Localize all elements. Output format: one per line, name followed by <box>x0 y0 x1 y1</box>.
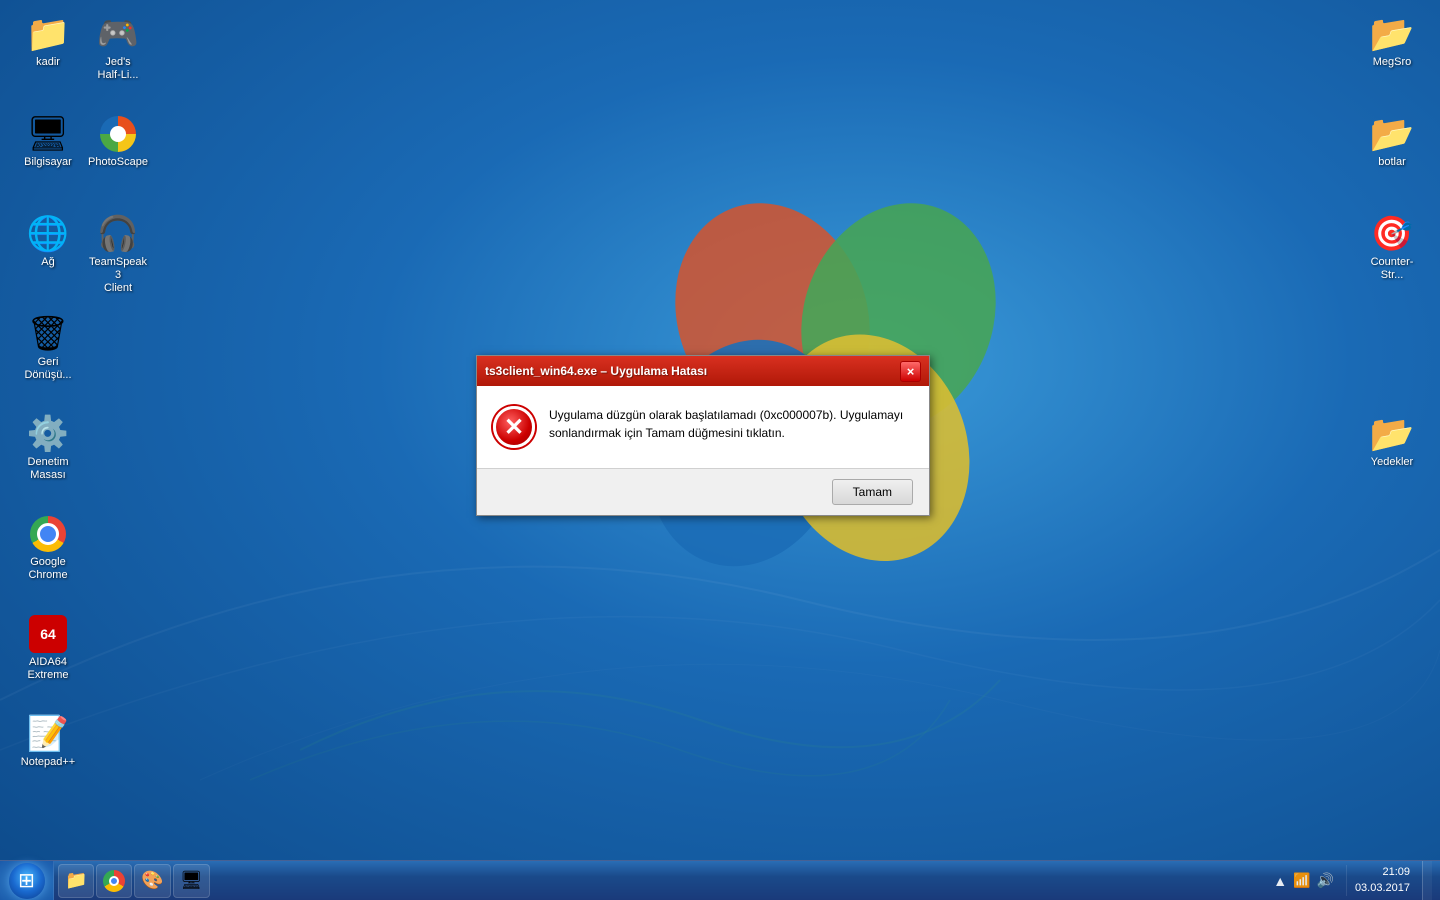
computer-icon: 🖥 <box>28 114 68 154</box>
icon-yedekler[interactable]: 📂 Yedekler <box>1356 410 1428 473</box>
photoscape-icon <box>98 114 138 154</box>
chrome-taskbar-icon <box>103 870 125 892</box>
icon-teamspeak[interactable]: 🎧 TeamSpeak 3Client <box>82 210 154 300</box>
dialog-message: Uygulama düzgün olarak başlatılamadı (0x… <box>549 406 913 442</box>
icon-label: Bilgisayar <box>24 156 72 169</box>
icon-label: kadir <box>36 56 60 69</box>
error-icon: ✕ <box>493 406 535 448</box>
taskbar-item-paint[interactable]: 🎨 <box>134 864 170 898</box>
dialog-content: ✕ Uygulama düzgün olarak başlatılamadı (… <box>477 386 929 468</box>
icon-label: Notepad++ <box>21 756 75 769</box>
dialog-close-button[interactable]: × <box>900 361 921 382</box>
icon-label: botlar <box>1378 156 1406 169</box>
icon-label: PhotoScape <box>88 156 148 169</box>
tray-arrow-icon[interactable]: ▲ <box>1273 873 1287 889</box>
icon-recycle-bin[interactable]: 🗑 GeriDönüşü... <box>12 310 84 386</box>
volume-tray-icon: 🔊 <box>1317 872 1334 889</box>
error-dialog: ts3client_win64.exe – Uygulama Hatası × … <box>476 355 930 516</box>
show-desktop-button[interactable] <box>1422 861 1432 900</box>
start-orb: ⊞ <box>9 863 45 899</box>
icon-label: AIDA64Extreme <box>28 656 69 682</box>
icon-label: Yedekler <box>1371 456 1413 469</box>
folder-icon: 📁 <box>28 14 68 54</box>
folder-icon: 📂 <box>1372 14 1412 54</box>
counter-strike-icon: 🎯 <box>1372 214 1412 254</box>
chrome-icon <box>28 514 68 554</box>
notepadpp-icon: 📝 <box>28 714 68 754</box>
taskbar: ⊞ 📁 🎨 🖥 ▲ 📶 🔊 <box>0 860 1440 900</box>
taskmanager-icon: 🖥 <box>180 870 203 891</box>
icon-label: MegSro <box>1373 56 1412 69</box>
icon-label: Ağ <box>41 256 54 269</box>
taskbar-item-chrome[interactable] <box>96 864 132 898</box>
icon-kadir[interactable]: 📁 kadir <box>12 10 84 73</box>
icon-photoscape[interactable]: PhotoScape <box>82 110 154 173</box>
icon-label: GoogleChrome <box>28 556 67 582</box>
icon-label: TeamSpeak 3Client <box>86 256 150 296</box>
teamspeak-icon: 🎧 <box>98 214 138 254</box>
icon-aida64[interactable]: 64 AIDA64Extreme <box>12 610 84 686</box>
icon-label: DenetimMasası <box>28 456 69 482</box>
icon-ag[interactable]: 🌐 Ağ <box>12 210 84 273</box>
folder-icon: 📂 <box>1372 114 1412 154</box>
system-tray: ▲ 📶 🔊 <box>1265 861 1342 900</box>
paint-icon: 🎨 <box>141 870 163 891</box>
taskbar-item-taskmanager[interactable]: 🖥 <box>173 864 210 898</box>
icon-label: Counter-Str... <box>1360 256 1424 282</box>
aida64-icon: 64 <box>28 614 68 654</box>
dialog-title: ts3client_win64.exe – Uygulama Hatası <box>485 364 707 378</box>
icon-google-chrome[interactable]: GoogleChrome <box>12 510 84 586</box>
icon-botlar[interactable]: 📂 botlar <box>1356 110 1428 173</box>
clock-date: 03.03.2017 <box>1355 881 1410 896</box>
icon-bilgisayar[interactable]: 🖥 Bilgisayar <box>12 110 84 173</box>
clock-time: 21:09 <box>1355 865 1410 880</box>
network-tray-icon: 📶 <box>1293 872 1310 889</box>
icon-label: Jed'sHalf-Li... <box>98 56 139 82</box>
icon-notepadpp[interactable]: 📝 Notepad++ <box>12 710 84 773</box>
icon-control-panel[interactable]: ⚙️ DenetimMasası <box>12 410 84 486</box>
desktop: 📁 kadir 🎮 Jed'sHalf-Li... 🖥 Bilgisayar <box>0 0 1440 900</box>
taskbar-right: ▲ 📶 🔊 21:09 03.03.2017 <box>1265 861 1440 900</box>
dialog-footer: Tamam <box>477 468 929 515</box>
explorer-icon: 📁 <box>65 870 87 891</box>
taskbar-items: 📁 🎨 🖥 <box>54 861 214 900</box>
network-icon: 🌐 <box>28 214 68 254</box>
icon-counter-strike[interactable]: 🎯 Counter-Str... <box>1356 210 1428 286</box>
clock[interactable]: 21:09 03.03.2017 <box>1346 865 1418 896</box>
icon-jeds-halflife[interactable]: 🎮 Jed'sHalf-Li... <box>82 10 154 86</box>
icon-megsro[interactable]: 📂 MegSro <box>1356 10 1428 73</box>
recycle-icon: 🗑 <box>28 314 68 354</box>
taskbar-item-explorer[interactable]: 📁 <box>58 864 94 898</box>
dialog-titlebar: ts3client_win64.exe – Uygulama Hatası × <box>477 356 929 386</box>
halflife-icon: 🎮 <box>98 14 138 54</box>
control-panel-icon: ⚙️ <box>28 414 68 454</box>
start-button[interactable]: ⊞ <box>0 861 54 900</box>
folder-icon: 📂 <box>1372 414 1412 454</box>
icon-label: GeriDönüşü... <box>24 356 71 382</box>
windows-icon: ⊞ <box>18 868 35 893</box>
dialog-ok-button[interactable]: Tamam <box>832 479 913 505</box>
